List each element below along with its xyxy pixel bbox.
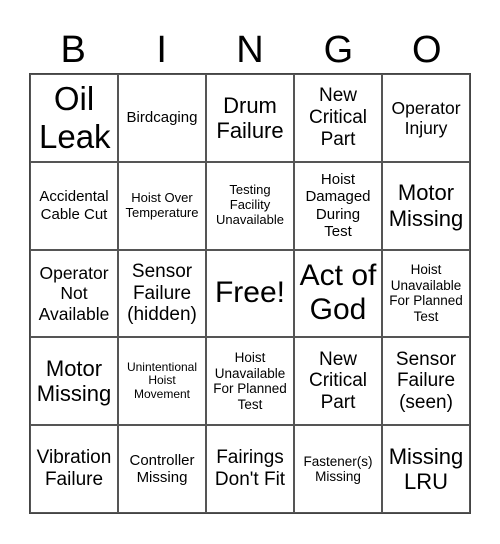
bingo-cell[interactable]: Testing Facility Unavailable [206, 161, 294, 250]
bingo-cell[interactable]: Fastener(s) Missing [294, 425, 382, 513]
bingo-grid: Oil Leak Birdcaging Drum Failure New Cri… [29, 73, 471, 514]
bingo-cell[interactable]: Operator Not Available [30, 249, 118, 338]
cell-text: Hoist Unavailable For Planned Test [389, 262, 463, 324]
bingo-cell[interactable]: Operator Injury [382, 74, 470, 162]
bingo-cell[interactable]: Motor Missing [382, 161, 470, 250]
free-space[interactable]: Free! [206, 249, 294, 338]
header-letter-o: O [412, 29, 442, 71]
cell-text: Missing LRU [388, 443, 464, 495]
cell-text: Motor Missing [388, 180, 464, 231]
header-letter-g: G [323, 29, 354, 71]
cell-text: Operator Injury [391, 97, 461, 138]
cell-text: Act of God [299, 258, 377, 327]
cell-text: Fastener(s) Missing [303, 453, 373, 485]
bingo-cell[interactable]: Hoist Unavailable For Planned Test [206, 337, 294, 426]
bingo-cell[interactable]: Oil Leak [30, 74, 118, 162]
cell-text: Hoist Damaged During Test [305, 171, 371, 240]
cell-text: Motor Missing [36, 355, 112, 407]
cell-text: Testing Facility Unavailable [216, 182, 284, 228]
bingo-cell[interactable]: Act of God [294, 249, 382, 338]
bingo-cell[interactable]: Birdcaging [118, 74, 206, 162]
bingo-cell[interactable]: Drum Failure [206, 74, 294, 162]
bingo-cell[interactable]: Fairings Don't Fit [206, 425, 294, 513]
bingo-cell[interactable]: New Critical Part [294, 74, 382, 162]
bingo-header: B I N G O [29, 28, 471, 72]
bingo-cell[interactable]: Sensor Failure (hidden) [118, 249, 206, 338]
bingo-cell[interactable]: Missing LRU [382, 425, 470, 513]
cell-text: Accidental Cable Cut [39, 188, 109, 223]
bingo-cell[interactable]: New Critical Part [294, 337, 382, 426]
cell-text: Unintentional Hoist Movement [126, 359, 198, 402]
cell-text: Free! [214, 276, 286, 310]
header-letter-b: B [60, 29, 86, 71]
bingo-cell[interactable]: Unintentional Hoist Movement [118, 337, 206, 426]
cell-text: New Critical Part [308, 85, 368, 150]
cell-text: Operator Not Available [38, 263, 110, 324]
cell-text: New Critical Part [308, 348, 368, 414]
bingo-cell[interactable]: Motor Missing [30, 337, 118, 426]
bingo-cell[interactable]: Hoist Damaged During Test [294, 161, 382, 250]
cell-text: Drum Failure [216, 92, 284, 143]
header-letter-i: I [156, 29, 167, 71]
bingo-cell[interactable]: Sensor Failure (seen) [382, 337, 470, 426]
cell-text: Sensor Failure (seen) [395, 348, 457, 414]
bingo-cell[interactable]: Hoist Unavailable For Planned Test [382, 249, 470, 338]
bingo-cell[interactable]: Accidental Cable Cut [30, 161, 118, 250]
cell-text: Hoist Unavailable For Planned Test [213, 350, 287, 412]
cell-text: Birdcaging [126, 109, 198, 127]
cell-text: Controller Missing [129, 451, 195, 487]
bingo-cell[interactable]: Vibration Failure [30, 425, 118, 513]
cell-text: Hoist Over Temperature [125, 189, 199, 220]
header-letter-n: N [236, 29, 264, 71]
cell-text: Vibration Failure [36, 447, 112, 491]
cell-text: Sensor Failure (hidden) [127, 260, 197, 326]
bingo-cell[interactable]: Controller Missing [118, 425, 206, 513]
cell-text: Fairings Don't Fit [214, 447, 286, 491]
cell-text: Oil Leak [39, 79, 111, 155]
bingo-cell[interactable]: Hoist Over Temperature [118, 161, 206, 250]
